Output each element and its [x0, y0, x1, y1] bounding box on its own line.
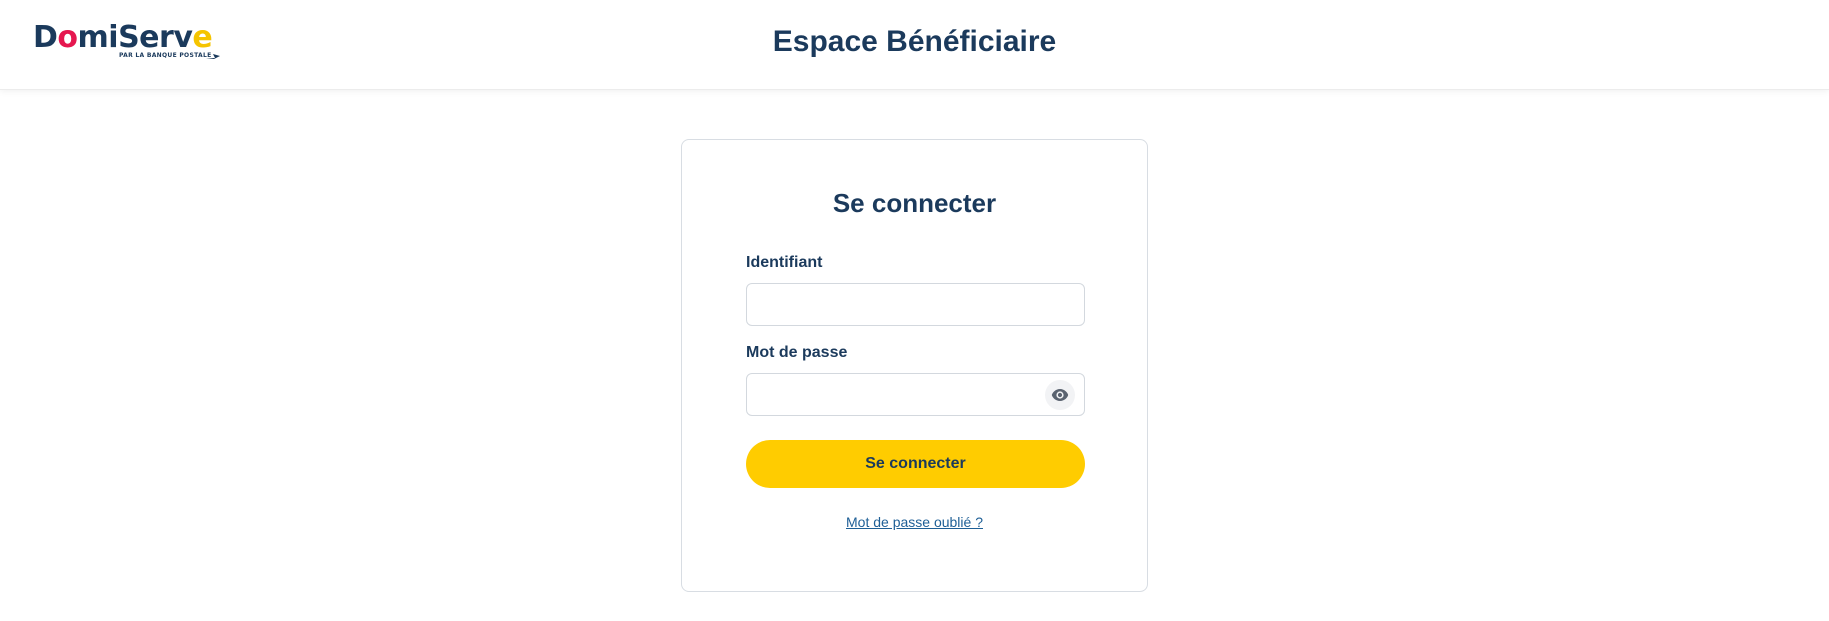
- login-card: Se connecter Identifiant Mot de passe Se…: [681, 139, 1148, 592]
- login-submit-button[interactable]: Se connecter: [746, 440, 1085, 488]
- page-title: Espace Bénéficiaire: [772, 25, 1057, 58]
- eye-icon: [1051, 389, 1069, 401]
- login-title: Se connecter: [832, 188, 997, 218]
- show-password-button[interactable]: [1045, 380, 1075, 410]
- password-input[interactable]: [746, 373, 1085, 416]
- identifier-input[interactable]: [746, 283, 1085, 326]
- top-header: DomiServe PAR LA BANQUE POSTALE Espace B…: [0, 0, 1829, 90]
- forgot-password-container: Mot de passe oublié ?: [682, 514, 1147, 532]
- password-label: Mot de passe: [746, 344, 848, 361]
- forgot-password-link[interactable]: Mot de passe oublié ?: [846, 514, 983, 530]
- identifier-label: Identifiant: [746, 254, 823, 271]
